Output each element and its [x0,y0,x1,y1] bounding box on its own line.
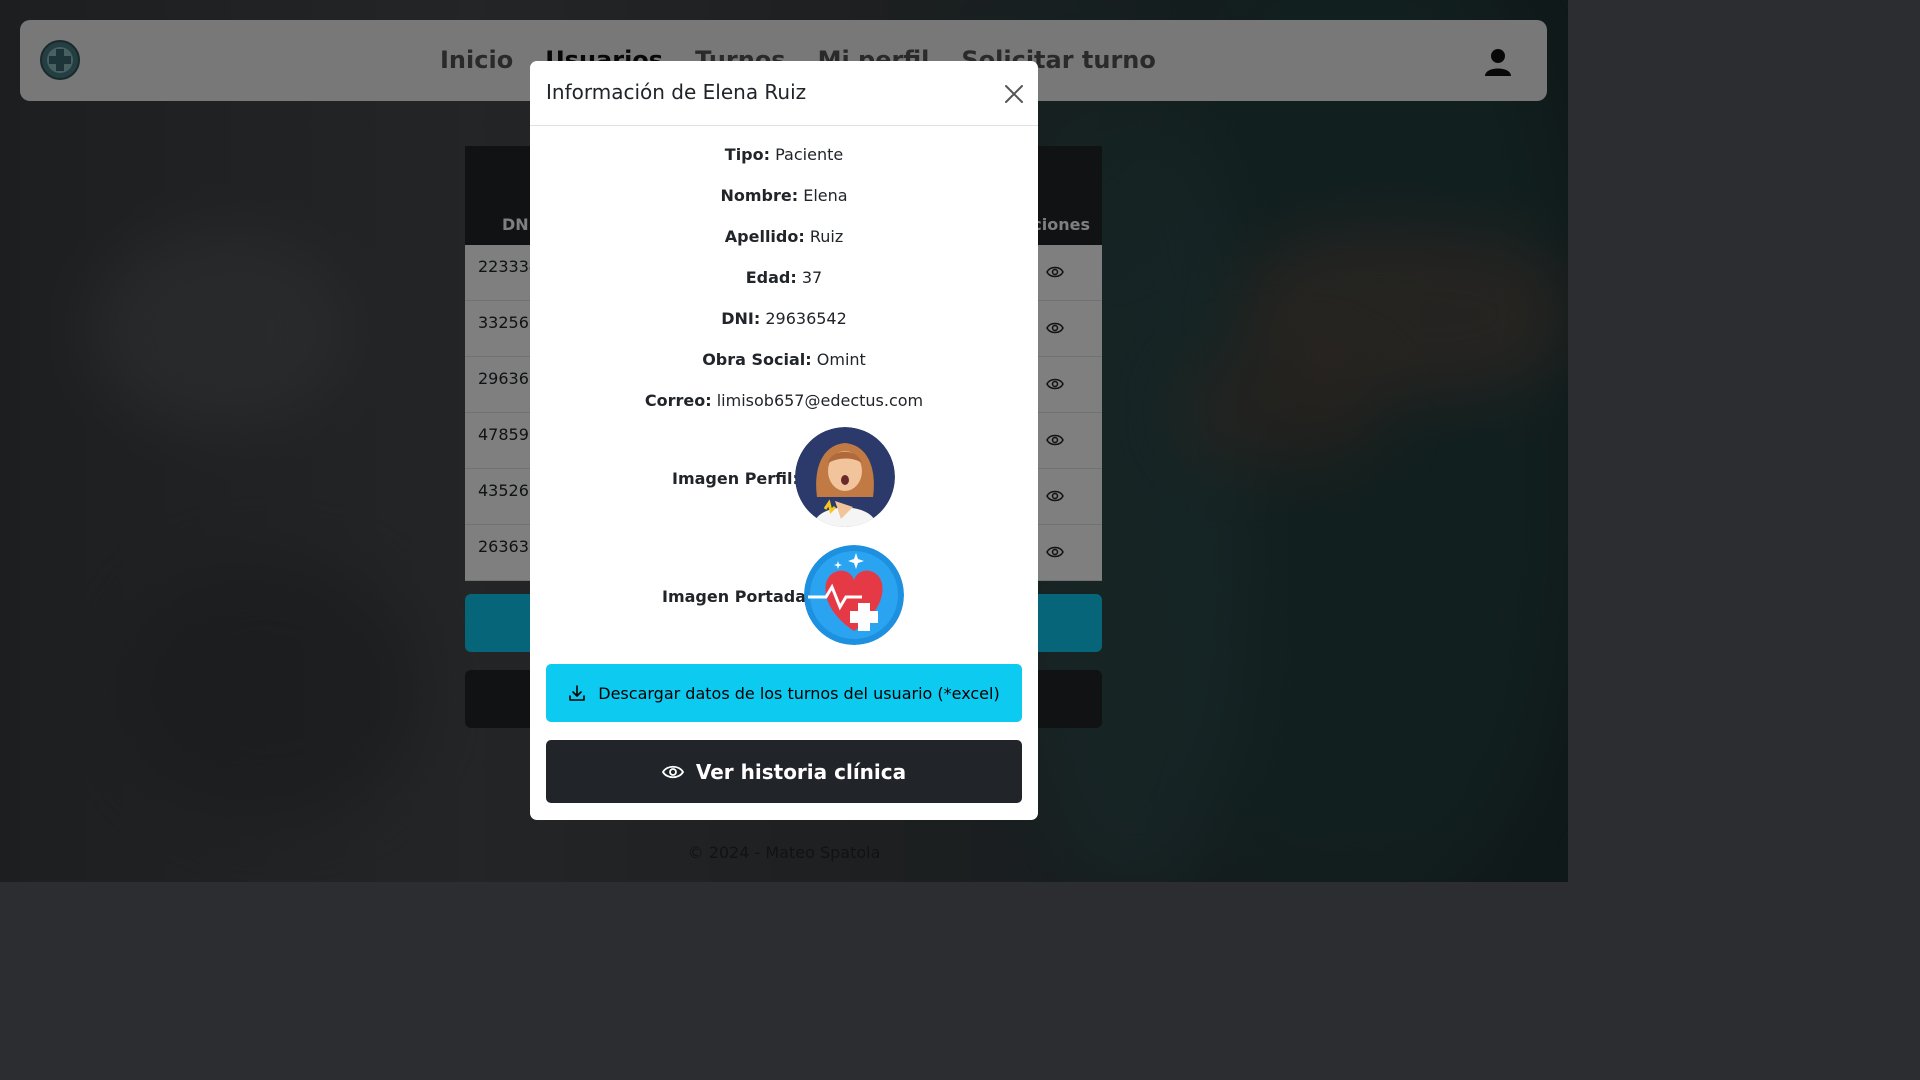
close-icon[interactable] [1001,81,1027,107]
modal-title: Información de Elena Ruiz [546,80,807,104]
cover-image-label: Imagen Portada: [662,587,813,606]
profile-image-row: Imagen Perfil: [530,427,1038,531]
history-button-label: Ver historia clínica [695,759,907,784]
download-turnos-button[interactable]: Descargar datos de los turnos del usuari… [546,664,1022,722]
download-icon [569,685,586,701]
field-correo: Correo: limisob657@edectus.com [644,391,924,410]
field-apellido: Apellido: Ruiz [724,227,844,246]
field-nombre: Nombre: Elena [720,186,848,205]
profile-image-label: Imagen Perfil: [672,469,799,488]
ver-historia-clinica-button[interactable]: Ver historia clínica [546,740,1022,803]
eye-icon [661,765,684,778]
cover-image [804,545,904,645]
field-tipo: Tipo: Paciente [724,145,844,164]
field-dni: DNI: 29636542 [721,309,847,328]
user-info-modal: Información de Elena Ruiz Tipo: Paciente… [530,61,1038,820]
cover-image-row: Imagen Portada: [530,545,1038,649]
profile-image [795,427,895,527]
download-button-label: Descargar datos de los turnos del usuari… [598,683,1000,703]
field-edad: Edad: 37 [745,268,823,287]
modal-header: Información de Elena Ruiz [530,61,1038,126]
field-obra-social: Obra Social: Omint [702,350,866,369]
